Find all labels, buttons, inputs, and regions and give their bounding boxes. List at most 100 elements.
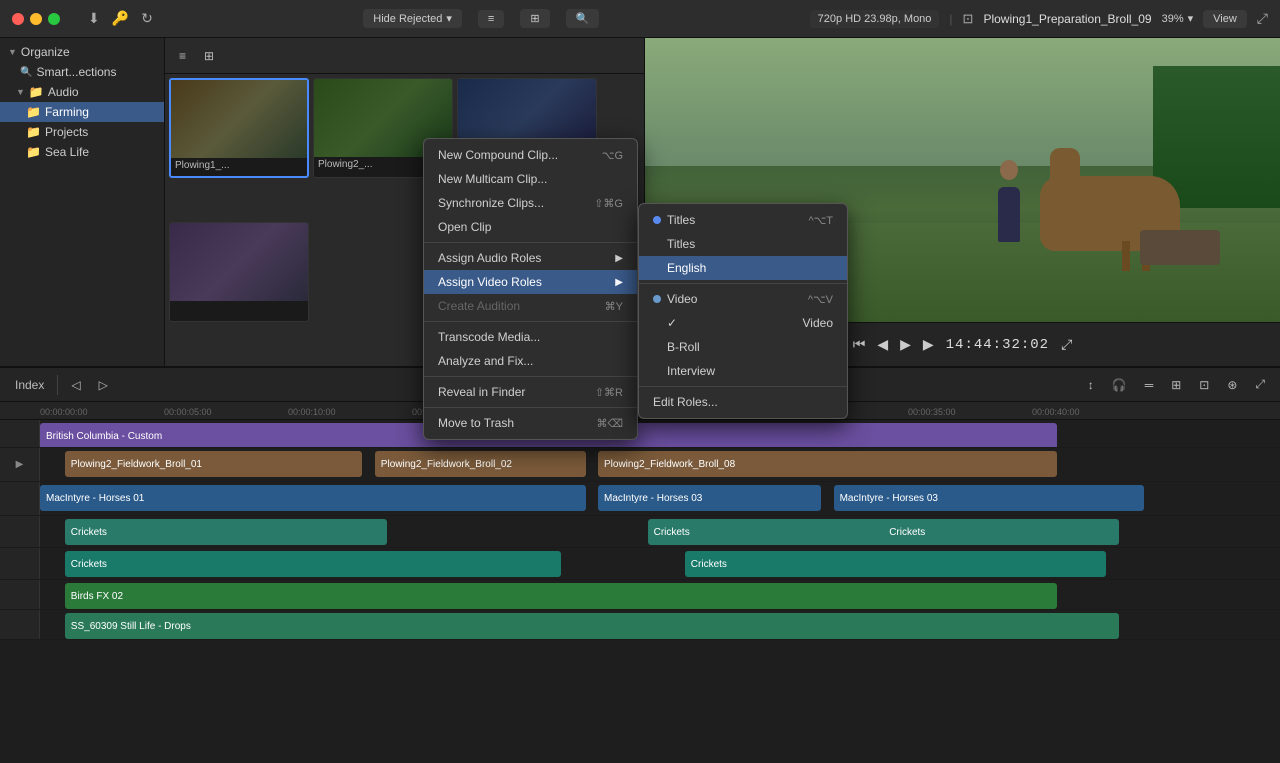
clip-still-life-label: SS_60309 Still Life - Drops bbox=[71, 621, 191, 632]
ctx-sep-4 bbox=[424, 407, 637, 408]
sub-video-group[interactable]: Video ^⌥V bbox=[639, 287, 847, 311]
sidebar: ▼ Organize 🔍 Smart...ections ▼ 📁 Audio 📁… bbox=[0, 38, 165, 366]
ctx-transcode-label: Transcode Media... bbox=[438, 330, 540, 344]
ctx-new-compound[interactable]: New Compound Clip... ⌥G bbox=[424, 143, 637, 167]
clip-horses-01[interactable]: MacIntyre - Horses 01 bbox=[40, 485, 586, 511]
timeline-btn-index[interactable]: Index bbox=[10, 375, 49, 395]
search-button[interactable]: 🔍 bbox=[566, 9, 600, 28]
close-button[interactable] bbox=[12, 13, 24, 25]
maximize-button[interactable] bbox=[48, 13, 60, 25]
track-content-teal2: Crickets Crickets bbox=[40, 548, 1280, 579]
clip-crickets-2-label: Crickets bbox=[654, 527, 690, 538]
fullscreen-preview-button[interactable]: ⤢ bbox=[1061, 336, 1072, 353]
clip-crickets-3[interactable]: Crickets bbox=[883, 519, 1119, 545]
clip-plowing-broll-08[interactable]: Plowing2_Fieldwork_Broll_08 bbox=[598, 451, 1057, 477]
ctx-sync-clips-label: Synchronize Clips... bbox=[438, 196, 544, 210]
track-row-teal: Crickets Crickets Crickets bbox=[0, 516, 1280, 548]
ctx-open-clip-label: Open Clip bbox=[438, 220, 491, 234]
ctx-transcode[interactable]: Transcode Media... bbox=[424, 325, 637, 349]
track-content-green2: SS_60309 Still Life - Drops bbox=[40, 610, 1280, 639]
play-button[interactable]: ▶ bbox=[900, 336, 911, 353]
clip-horses-01-label: MacIntyre - Horses 01 bbox=[46, 493, 144, 504]
timeline-btn-waveform[interactable]: ↕ bbox=[1083, 375, 1099, 395]
ctx-sync-clips[interactable]: Synchronize Clips... ⇧⌘G bbox=[424, 191, 637, 215]
sub-titles-group[interactable]: Titles ^⌥T bbox=[639, 208, 847, 232]
clip-crickets-row2-2[interactable]: Crickets bbox=[685, 551, 1107, 577]
clip-crickets-1[interactable]: Crickets bbox=[65, 519, 387, 545]
zoom-value: 39% bbox=[1162, 13, 1184, 25]
sub-interview-label: Interview bbox=[667, 364, 715, 378]
titles-dot bbox=[653, 216, 661, 224]
fullscreen-icon[interactable]: ⤢ bbox=[1257, 10, 1268, 27]
sync-icon[interactable]: ↻ bbox=[141, 10, 153, 27]
sub-english[interactable]: English bbox=[639, 256, 847, 280]
grid-view-button[interactable]: ⊞ bbox=[520, 9, 549, 28]
ctx-reveal-finder[interactable]: Reveal in Finder ⇧⌘R bbox=[424, 380, 637, 404]
sealife-label: Sea Life bbox=[45, 145, 89, 159]
list-view-button[interactable]: ≡ bbox=[478, 10, 504, 28]
ctx-open-clip[interactable]: Open Clip bbox=[424, 215, 637, 239]
clip-plowing-broll-01[interactable]: Plowing2_Fieldwork_Broll_01 bbox=[65, 451, 363, 477]
ctx-sep-2 bbox=[424, 321, 637, 322]
sidebar-item-farming[interactable]: 📁 Farming bbox=[0, 102, 164, 122]
timeline-btn-expand[interactable]: ═ bbox=[1140, 375, 1159, 395]
sidebar-item-organize[interactable]: ▼ Organize bbox=[0, 42, 164, 62]
rewind-button[interactable]: ⏮ bbox=[853, 336, 866, 353]
ctx-new-multicam-label: New Multicam Clip... bbox=[438, 172, 547, 186]
sidebar-item-smart-collections[interactable]: 🔍 Smart...ections bbox=[0, 62, 164, 82]
sidebar-item-projects[interactable]: 📁 Projects bbox=[0, 122, 164, 142]
timeline-btn-solo[interactable]: 🎧 bbox=[1107, 375, 1132, 395]
context-menu: New Compound Clip... ⌥G New Multicam Cli… bbox=[423, 138, 638, 440]
timeline-btn-settings[interactable]: ⊛ bbox=[1222, 375, 1242, 395]
browser-toolbar-btn2[interactable]: ⊞ bbox=[198, 46, 220, 66]
ctx-analyze[interactable]: Analyze and Fix... bbox=[424, 349, 637, 373]
clip-crickets-row2-1[interactable]: Crickets bbox=[65, 551, 561, 577]
clip-thumb-1[interactable]: Plowing1_... bbox=[169, 78, 309, 178]
zoom-control[interactable]: 39% ▾ bbox=[1162, 12, 1194, 25]
search-icon: 🔍 bbox=[576, 12, 590, 25]
clip-crickets-2[interactable]: Crickets bbox=[648, 519, 896, 545]
fwd-frame-button[interactable]: ▶ bbox=[923, 336, 934, 353]
chevron-down-icon: ▾ bbox=[446, 12, 452, 25]
track-header-brown: ▶ bbox=[0, 448, 40, 481]
track-header-blue bbox=[0, 482, 40, 515]
ctx-assign-audio[interactable]: Assign Audio Roles ▶ bbox=[424, 246, 637, 270]
scene-equipment bbox=[1140, 230, 1220, 265]
track-content-blue: MacIntyre - Horses 01 MacIntyre - Horses… bbox=[40, 482, 1280, 515]
hide-rejected-button[interactable]: Hide Rejected ▾ bbox=[363, 9, 462, 28]
sub-edit-roles[interactable]: Edit Roles... bbox=[639, 390, 847, 414]
track-content-green: Birds FX 02 bbox=[40, 580, 1280, 609]
clip-horses-03b[interactable]: MacIntyre - Horses 03 bbox=[834, 485, 1144, 511]
clip-crickets-3-label: Crickets bbox=[889, 527, 925, 538]
minimize-button[interactable] bbox=[30, 13, 42, 25]
projects-folder-icon: 📁 bbox=[26, 125, 41, 139]
timeline-btn-grid[interactable]: ⊞ bbox=[1166, 375, 1186, 395]
key-icon[interactable]: 🔑 bbox=[112, 10, 129, 27]
browser-toolbar-btn1[interactable]: ≡ bbox=[173, 46, 192, 66]
ctx-sep-3 bbox=[424, 376, 637, 377]
sub-titles-indent[interactable]: Titles bbox=[639, 232, 847, 256]
ctx-move-trash[interactable]: Move to Trash ⌘⌫ bbox=[424, 411, 637, 435]
clip-still-life[interactable]: SS_60309 Still Life - Drops bbox=[65, 613, 1119, 639]
clip-plowing-broll-02[interactable]: Plowing2_Fieldwork_Broll_02 bbox=[375, 451, 586, 477]
timeline-btn-fullscreen[interactable]: ⤢ bbox=[1250, 374, 1270, 395]
sub-broll[interactable]: B-Roll bbox=[639, 335, 847, 359]
sub-video-checked[interactable]: ✓ Video bbox=[639, 311, 847, 335]
clip-horses-03a[interactable]: MacIntyre - Horses 03 bbox=[598, 485, 821, 511]
clip-birds-fx[interactable]: Birds FX 02 bbox=[65, 583, 1057, 609]
back-frame-button[interactable]: ◀ bbox=[877, 336, 888, 353]
browser-toolbar: ≡ ⊞ bbox=[165, 38, 644, 74]
ctx-new-multicam[interactable]: New Multicam Clip... bbox=[424, 167, 637, 191]
ctx-assign-video[interactable]: Assign Video Roles ▶ bbox=[424, 270, 637, 294]
view-button[interactable]: View bbox=[1203, 10, 1247, 28]
clip-thumb-4[interactable] bbox=[169, 222, 309, 322]
timeline-btn-fwd[interactable]: ▷ bbox=[94, 375, 113, 395]
sidebar-item-sealife[interactable]: 📁 Sea Life bbox=[0, 142, 164, 162]
timeline-btn-zoom[interactable]: ⊡ bbox=[1194, 375, 1214, 395]
timeline-btn-back[interactable]: ◁ bbox=[66, 375, 85, 395]
sidebar-item-audio[interactable]: ▼ 📁 Audio bbox=[0, 82, 164, 102]
download-icon[interactable]: ⬇ bbox=[88, 10, 100, 27]
clip-thumb-label-1: Plowing1_... bbox=[171, 158, 307, 173]
sub-interview[interactable]: Interview bbox=[639, 359, 847, 383]
titlebar-center: Hide Rejected ▾ ≡ ⊞ 🔍 bbox=[161, 9, 802, 28]
